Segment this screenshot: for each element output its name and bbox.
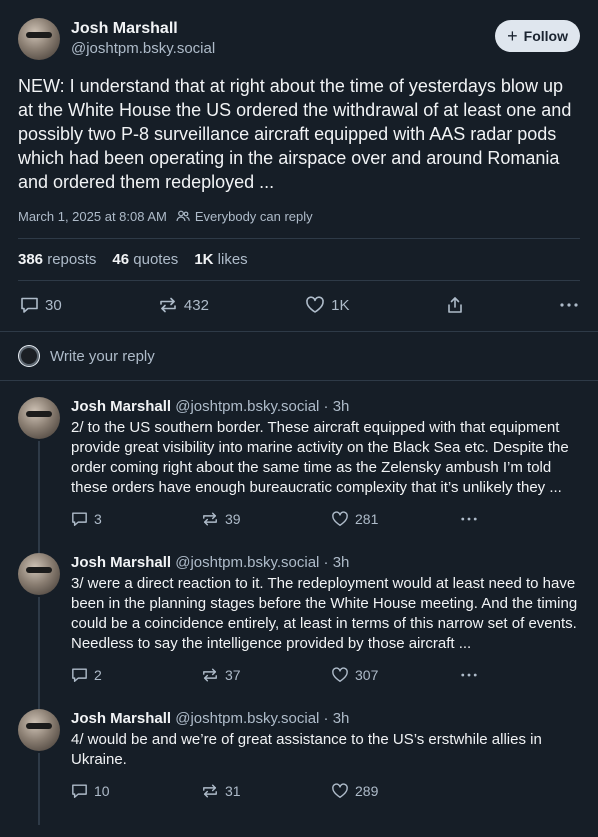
thread-post-body: Josh Marshall @joshtpm.bsky.social · 3h …: [71, 397, 580, 537]
author-handle[interactable]: @joshtpm.bsky.social: [71, 39, 215, 59]
repost-button[interactable]: 37: [201, 667, 331, 683]
reply-button[interactable]: 2: [71, 667, 201, 683]
repost-count: 31: [225, 783, 241, 799]
thread-post-header: Josh Marshall @joshtpm.bsky.social · 3h: [71, 553, 580, 573]
quotes-count: 46: [112, 251, 130, 268]
likes-stat[interactable]: 1K likes: [194, 251, 247, 268]
reply-icon: [21, 297, 38, 313]
thread-post-text: 4/ would be and we’re of great assistanc…: [71, 731, 542, 768]
reply-button[interactable]: 3: [71, 511, 201, 527]
follow-button[interactable]: + Follow: [495, 20, 580, 52]
like-count: 307: [355, 667, 379, 683]
avatar[interactable]: [18, 18, 60, 60]
like-button[interactable]: 289: [331, 783, 461, 799]
reply-count: 3: [94, 511, 102, 527]
author-name[interactable]: Josh Marshall: [71, 398, 171, 415]
author-handle-time[interactable]: @joshtpm.bsky.social · 3h: [175, 554, 349, 571]
heart-icon: [306, 296, 324, 313]
quotes-stat[interactable]: 46 quotes: [112, 251, 178, 268]
thread-action-bar: 10 31 289: [71, 773, 580, 809]
like-button[interactable]: 307: [331, 667, 461, 683]
reply-count: 30: [45, 296, 62, 314]
post-action-bar: 30 432 1K: [18, 281, 580, 329]
like-count: 1K: [331, 296, 350, 314]
reply-count: 2: [94, 667, 102, 683]
thread-post-text: 2/ to the US southern border. These airc…: [71, 419, 569, 496]
reply-icon: [72, 512, 87, 526]
reply-icon: [72, 668, 87, 682]
thread-replies: Josh Marshall @joshtpm.bsky.social · 3h …: [0, 381, 598, 825]
reply-button[interactable]: 30: [20, 296, 62, 314]
share-button[interactable]: [446, 296, 464, 314]
more-options-button[interactable]: [461, 517, 477, 521]
share-icon: [447, 297, 462, 313]
post-stats: 386 reposts 46 quotes 1K likes: [18, 238, 580, 281]
quotes-label: quotes: [133, 251, 179, 268]
thread-post-text: 3/ were a direct reaction to it. The red…: [71, 575, 578, 652]
reply-placeholder[interactable]: Write your reply: [50, 348, 155, 365]
thread-post-body: Josh Marshall @joshtpm.bsky.social · 3h …: [71, 709, 580, 809]
reposts-stat[interactable]: 386 reposts: [18, 251, 96, 268]
thread-post-header: Josh Marshall @joshtpm.bsky.social · 3h: [71, 709, 580, 729]
heart-icon: [332, 783, 348, 798]
repost-count: 432: [183, 296, 209, 314]
thread-post-body: Josh Marshall @joshtpm.bsky.social · 3h …: [71, 553, 580, 693]
repost-button[interactable]: 432: [158, 296, 209, 314]
likes-count: 1K: [194, 251, 214, 268]
heart-icon: [332, 667, 348, 682]
like-count: 289: [355, 783, 379, 799]
thread-post[interactable]: Josh Marshall @joshtpm.bsky.social · 3h …: [0, 381, 598, 553]
thread-action-bar: 3 39 281: [71, 501, 580, 537]
repost-icon: [160, 297, 176, 313]
likes-label: likes: [217, 251, 248, 268]
more-options-button[interactable]: [560, 303, 578, 307]
more-icon: [461, 673, 477, 677]
avatar[interactable]: [18, 397, 60, 439]
current-user-avatar: [18, 345, 40, 367]
thread-connector: [38, 753, 40, 825]
more-icon: [560, 303, 578, 307]
reply-icon: [72, 784, 87, 798]
author-row: Josh Marshall @joshtpm.bsky.social + Fol…: [18, 18, 580, 62]
reply-button[interactable]: 10: [71, 783, 201, 799]
more-options-button[interactable]: [461, 673, 477, 677]
write-reply-box[interactable]: Write your reply: [0, 331, 598, 381]
repost-count: 37: [225, 667, 241, 683]
repost-button[interactable]: 31: [201, 783, 331, 799]
reply-permission-label: Everybody can reply: [194, 208, 313, 224]
author-name[interactable]: Josh Marshall: [71, 554, 171, 571]
repost-button[interactable]: 39: [201, 511, 331, 527]
repost-icon: [203, 784, 217, 798]
post-meta: March 1, 2025 at 8:08 AM Everybody can r…: [18, 207, 580, 225]
reply-permission: Everybody can reply: [176, 209, 313, 224]
reposts-count: 386: [18, 251, 44, 268]
avatar[interactable]: [18, 709, 60, 751]
reply-count: 10: [94, 783, 110, 799]
author-handle-time[interactable]: @joshtpm.bsky.social · 3h: [175, 398, 349, 415]
like-button[interactable]: 281: [331, 511, 461, 527]
thread-post-header: Josh Marshall @joshtpm.bsky.social · 3h: [71, 397, 580, 417]
repost-icon: [203, 668, 217, 682]
thread-post[interactable]: Josh Marshall @joshtpm.bsky.social · 3h …: [0, 693, 598, 825]
author-info[interactable]: Josh Marshall @joshtpm.bsky.social: [71, 19, 215, 59]
like-count: 281: [355, 511, 379, 527]
repost-icon: [203, 512, 217, 526]
plus-icon: +: [507, 26, 518, 46]
more-icon: [461, 517, 477, 521]
thread-action-bar: 2 37 307: [71, 657, 580, 693]
main-post: Josh Marshall @joshtpm.bsky.social + Fol…: [0, 0, 598, 329]
post-text: NEW: I understand that at right about th…: [18, 76, 572, 192]
reposts-label: reposts: [47, 251, 97, 268]
author-name[interactable]: Josh Marshall: [71, 19, 215, 39]
repost-count: 39: [225, 511, 241, 527]
author-handle-time[interactable]: @joshtpm.bsky.social · 3h: [175, 710, 349, 727]
avatar[interactable]: [18, 553, 60, 595]
author-name[interactable]: Josh Marshall: [71, 710, 171, 727]
post-timestamp[interactable]: March 1, 2025 at 8:08 AM: [18, 209, 167, 224]
follow-label: Follow: [523, 28, 568, 44]
people-icon: [176, 210, 190, 222]
like-button[interactable]: 1K: [305, 296, 350, 314]
thread-post[interactable]: Josh Marshall @joshtpm.bsky.social · 3h …: [0, 537, 598, 709]
heart-icon: [332, 511, 348, 526]
